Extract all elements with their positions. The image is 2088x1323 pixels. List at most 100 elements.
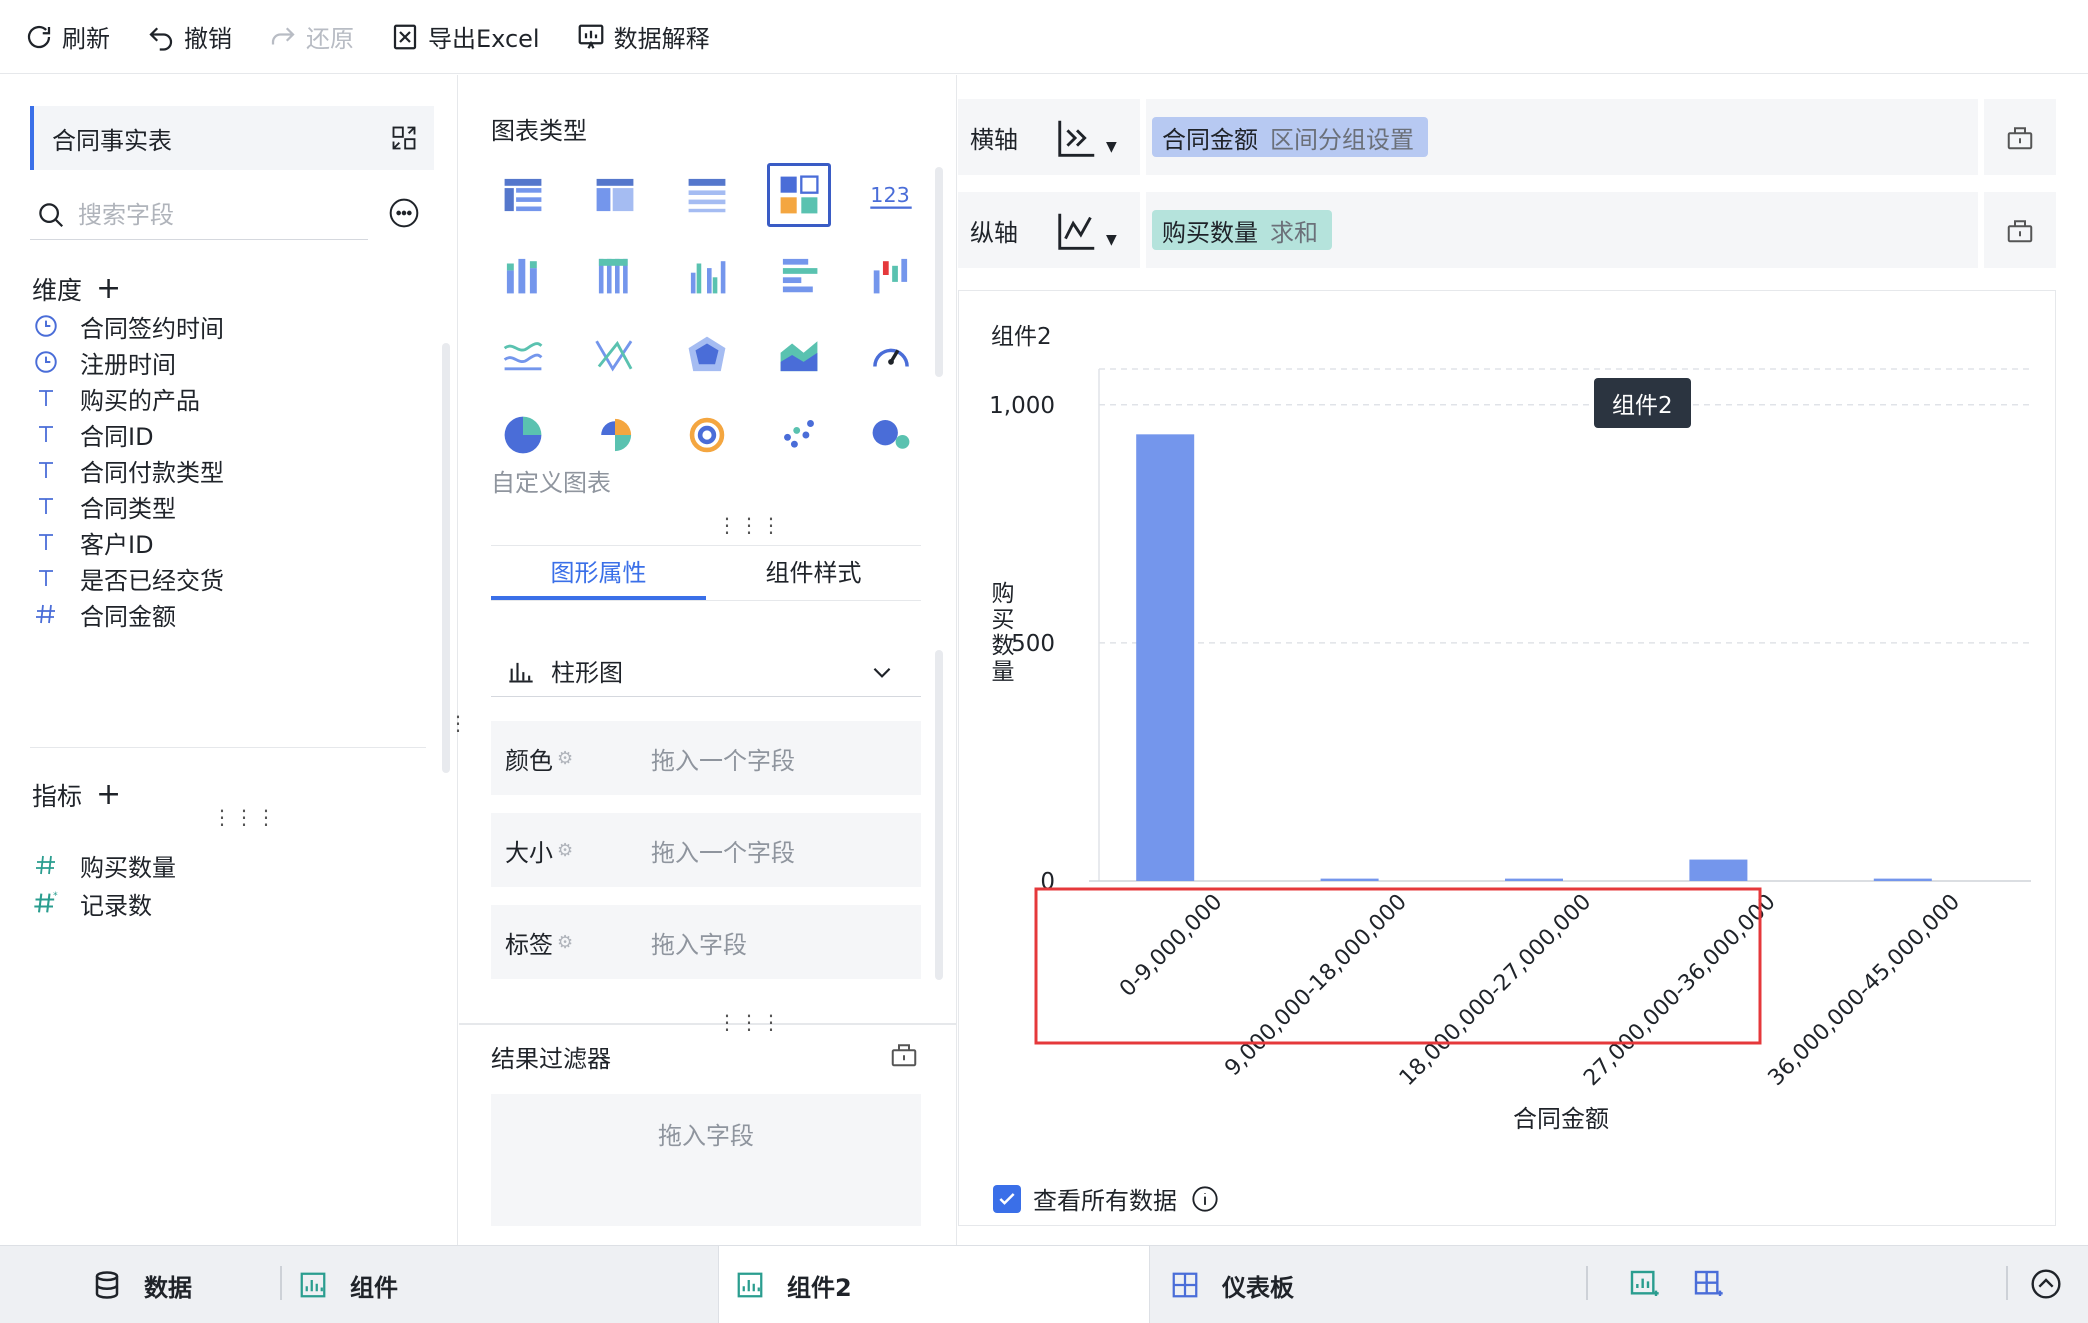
gauge-icon[interactable] [859, 323, 923, 387]
y-axis-drop-zone[interactable]: 购买数量 求和 [1146, 192, 1978, 268]
x-axis-field-pill[interactable]: 合同金额 区间分组设置 [1152, 117, 1428, 157]
dimension-field-label: 合同金额 [80, 602, 176, 631]
gear-icon[interactable]: ⚙ [557, 932, 573, 953]
chart-type-scrollbar[interactable] [935, 167, 943, 377]
tab-component-style[interactable]: 组件样式 [706, 546, 921, 600]
tab-component[interactable]: 组件 [298, 1246, 398, 1323]
property-row[interactable]: 颜色 ⚙ 拖入一个字段 [491, 721, 921, 795]
add-component-icon[interactable] [1628, 1268, 1660, 1300]
chart-type-dropdown[interactable]: 柱形图 [491, 645, 921, 697]
property-label: 标签 ⚙ [505, 925, 595, 960]
x-axis-selector[interactable]: 横轴 ▼ [958, 99, 1140, 175]
dimension-field[interactable]: 购买的产品 [32, 380, 200, 416]
property-drop-zone[interactable]: 拖入字段 [651, 925, 747, 960]
data-explain-icon [578, 24, 603, 49]
x-tick-label: 27,000,000-36,000,000 [1579, 890, 1780, 1091]
property-scrollbar[interactable] [935, 650, 943, 980]
collapse-up-icon[interactable] [2030, 1268, 2062, 1300]
x-axis-settings[interactable] [1984, 99, 2056, 175]
text-type-icon [32, 420, 60, 448]
property-drop-zone[interactable]: 拖入一个字段 [651, 833, 795, 868]
bar [1136, 434, 1195, 881]
resize-handle-dots[interactable]: ⋮⋮⋮ [212, 805, 278, 829]
dimension-field[interactable]: 是否已经交货 [32, 560, 224, 596]
area-chart-icon[interactable] [767, 323, 831, 387]
rose-chart-icon[interactable] [583, 403, 647, 467]
add-dimension-icon[interactable]: + [96, 274, 121, 304]
radar-chart-icon[interactable] [675, 323, 739, 387]
filter-resize-dots[interactable]: ⋮⋮⋮ [717, 1010, 783, 1034]
pie-chart-icon[interactable] [491, 403, 555, 467]
detail-table-icon[interactable] [675, 163, 739, 227]
dimension-field[interactable]: 合同类型 [32, 488, 176, 524]
horizontal-bar-icon[interactable] [767, 243, 831, 307]
radar-line-icon[interactable] [583, 323, 647, 387]
x-axis-grouping: 区间分组设置 [1270, 125, 1414, 154]
data-explain-button[interactable]: 数据解释 [576, 19, 710, 54]
measure-field[interactable]: * 记录数 [32, 885, 152, 921]
tab-dashboard[interactable]: 仪表板 [1170, 1246, 1294, 1323]
undo-label: 撤销 [184, 25, 232, 53]
view-all-data[interactable]: 查看所有数据 [993, 1181, 1219, 1216]
measure-field[interactable]: 购买数量 [32, 847, 176, 883]
chart-type-resize-dots[interactable]: ⋮⋮⋮ [717, 513, 783, 537]
y-axis-field-pill[interactable]: 购买数量 求和 [1152, 210, 1332, 250]
add-measure-icon[interactable]: + [96, 780, 121, 810]
dimension-scrollbar[interactable] [442, 343, 450, 773]
y-axis-selector[interactable]: 纵轴 ▼ [958, 192, 1140, 268]
undo-button[interactable]: 撤销 [146, 19, 232, 54]
tab-separator [280, 1266, 282, 1300]
dimension-field[interactable]: 客户ID [32, 524, 154, 560]
redo-button[interactable]: 还原 [268, 19, 354, 54]
dimension-field[interactable]: 合同ID [32, 416, 154, 452]
stacked-bar-icon[interactable] [491, 243, 555, 307]
export-excel-button[interactable]: 导出Excel [390, 19, 540, 54]
dimension-field-label: 是否已经交货 [80, 566, 224, 595]
add-dashboard-icon[interactable] [1692, 1268, 1724, 1300]
refresh-button[interactable]: 刷新 [24, 19, 110, 54]
x-axis-drop-zone[interactable]: 合同金额 区间分组设置 [1146, 99, 1978, 175]
y-axis-settings[interactable] [1984, 192, 2056, 268]
custom-chart-link[interactable]: 自定义图表 [491, 463, 611, 498]
tab-component2[interactable]: 组件2 [718, 1246, 1150, 1323]
table-chart-icon[interactable] [491, 163, 555, 227]
dimension-field[interactable]: 合同金额 [32, 596, 176, 632]
y-axis-settings-icon [2007, 220, 2033, 243]
more-options-icon[interactable] [388, 197, 420, 229]
dimension-field[interactable]: 合同签约时间 [32, 308, 224, 344]
gear-icon[interactable]: ⚙ [557, 840, 573, 861]
dimensions-header: 维度 + [32, 271, 121, 307]
waterfall-icon[interactable] [859, 243, 923, 307]
dimension-field[interactable]: 注册时间 [32, 344, 176, 380]
y-axis-field: 购买数量 [1162, 218, 1258, 247]
tab-graphic-properties[interactable]: 图形属性 [491, 546, 706, 600]
bottom-tab-bar: 数据 组件 组件2 仪表板 [0, 1245, 2088, 1323]
line-chart-icon[interactable] [491, 323, 555, 387]
percent-bar-icon[interactable] [583, 243, 647, 307]
gear-icon[interactable]: ⚙ [557, 748, 573, 769]
tab-data[interactable]: 数据 [92, 1246, 192, 1323]
refresh-label: 刷新 [62, 25, 110, 53]
grouped-bar-icon[interactable] [675, 243, 739, 307]
view-all-checkbox[interactable] [993, 1184, 1021, 1213]
search-input[interactable] [78, 200, 338, 229]
auto-chart-icon[interactable] [767, 163, 831, 227]
svg-text:*: * [53, 890, 58, 901]
scatter-chart-icon[interactable] [767, 403, 831, 467]
property-row[interactable]: 大小 ⚙ 拖入一个字段 [491, 813, 921, 887]
kpi-number-icon[interactable]: 123 [859, 163, 923, 227]
property-row[interactable]: 标签 ⚙ 拖入字段 [491, 905, 921, 979]
x-axis-caret-icon: ▼ [1106, 139, 1117, 155]
switch-table-icon[interactable] [390, 124, 418, 152]
table-selector[interactable]: 合同事实表 [30, 106, 434, 170]
property-drop-zone[interactable]: 拖入一个字段 [651, 741, 795, 776]
y-axis-caret-icon: ▼ [1106, 232, 1117, 248]
cross-table-icon[interactable] [583, 163, 647, 227]
bubble-chart-icon[interactable] [859, 403, 923, 467]
search-icon [39, 202, 64, 227]
sunburst-icon[interactable] [675, 403, 739, 467]
info-icon[interactable] [1191, 1185, 1219, 1213]
filter-settings-icon[interactable] [889, 1039, 919, 1069]
filter-drop-zone[interactable]: 拖入字段 [491, 1094, 921, 1226]
dimension-field[interactable]: 合同付款类型 [32, 452, 224, 488]
